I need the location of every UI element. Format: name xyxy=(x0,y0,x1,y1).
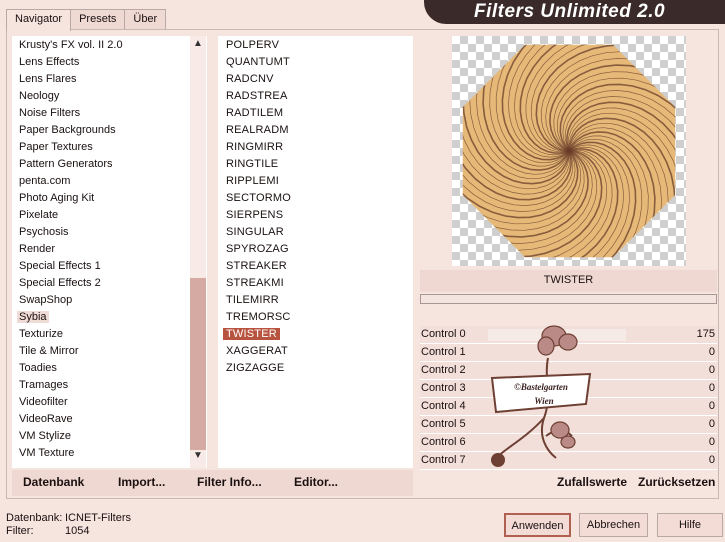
filter-item[interactable]: SPYROZAG xyxy=(223,243,292,255)
help-button[interactable]: Hilfe xyxy=(657,513,723,537)
cancel-button[interactable]: Abbrechen xyxy=(579,513,648,537)
apply-button[interactable]: Anwenden xyxy=(504,513,571,537)
scrollbar-thumb[interactable] xyxy=(190,278,206,450)
filter-item[interactable]: TREMORSC xyxy=(223,311,294,323)
filter-count-label: Filter: xyxy=(6,525,34,537)
filter-item[interactable]: TWISTER xyxy=(223,328,280,340)
control-label: Control 2 xyxy=(421,364,466,376)
category-item[interactable]: Tile & Mirror xyxy=(17,345,80,357)
reset-button[interactable]: Zurücksetzen xyxy=(638,475,715,489)
category-item[interactable]: Lens Effects xyxy=(17,56,81,68)
control-value: 0 xyxy=(708,454,715,466)
category-item[interactable]: penta.com xyxy=(17,175,72,187)
tab-presets[interactable]: Presets xyxy=(70,9,126,30)
selected-filter-name: TWISTER xyxy=(420,270,717,292)
category-item[interactable]: Psychosis xyxy=(17,226,71,238)
control-label: Control 1 xyxy=(421,346,466,358)
tab-bar: Navigator Presets Über xyxy=(6,9,167,31)
filter-item[interactable]: RADSTREA xyxy=(223,90,291,102)
tab-navigator[interactable]: Navigator xyxy=(6,9,72,31)
category-item[interactable]: Toadies xyxy=(17,362,59,374)
filter-item[interactable]: RIPPLEMI xyxy=(223,175,282,187)
category-item[interactable]: Neology xyxy=(17,90,61,102)
category-item[interactable]: Krusty's FX vol. II 2.0 xyxy=(17,39,125,51)
category-item[interactable]: VM Texture xyxy=(17,447,76,459)
filter-item[interactable]: SECTORMO xyxy=(223,192,294,204)
category-item[interactable]: Special Effects 1 xyxy=(17,260,103,272)
list-actions-bar: Datenbank Import... Filter Info... Edito… xyxy=(12,470,413,496)
control-label: Control 4 xyxy=(421,400,466,412)
filter-item[interactable]: RINGTILE xyxy=(223,158,281,170)
category-item[interactable]: SwapShop xyxy=(17,294,74,306)
filter-item[interactable]: SIERPENS xyxy=(223,209,286,221)
filter-list[interactable]: POLPERV QUANTUMT RADCNV RADSTREA RADTILEM REA… xyxy=(218,36,413,468)
category-item[interactable]: Texturize xyxy=(17,328,65,340)
category-item[interactable]: Pattern Generators xyxy=(17,158,115,170)
category-item[interactable]: Render xyxy=(17,243,57,255)
control-label: Control 5 xyxy=(421,418,466,430)
progress-bar xyxy=(420,294,717,304)
filter-item[interactable]: XAGGERAT xyxy=(223,345,291,357)
category-list[interactable]: Krusty's FX vol. II 2.0 Lens Effects Lens … xyxy=(12,36,207,468)
filter-item[interactable]: STREAKMI xyxy=(223,277,287,289)
control-label: Control 0 xyxy=(421,328,466,340)
control-label: Control 3 xyxy=(421,382,466,394)
control-actions-bar: Zufallswerte Zurücksetzen xyxy=(420,470,717,496)
app-title: Filters Unlimited 2.0 xyxy=(474,1,666,22)
category-item[interactable]: VideoRave xyxy=(17,413,75,425)
control-label: Control 7 xyxy=(421,454,466,466)
filter-item[interactable]: RINGMIRR xyxy=(223,141,286,153)
preview-image xyxy=(462,44,676,258)
filter-item[interactable]: SINGULAR xyxy=(223,226,287,238)
database-label: Datenbank: xyxy=(6,512,63,524)
category-item[interactable]: Noise Filters xyxy=(17,107,82,119)
category-item[interactable]: Lens Flares xyxy=(17,73,78,85)
category-item[interactable]: Sybia xyxy=(17,311,49,323)
category-item[interactable]: Paper Textures xyxy=(17,141,95,153)
filter-item[interactable]: QUANTUMT xyxy=(223,56,293,68)
control-label: Control 6 xyxy=(421,436,466,448)
filter-item[interactable]: RADCNV xyxy=(223,73,277,85)
filter-item[interactable]: ZIGZAGGE xyxy=(223,362,287,374)
category-item[interactable]: VM Stylize xyxy=(17,430,73,442)
category-item[interactable]: Pixelate xyxy=(17,209,60,221)
tab-uber[interactable]: Über xyxy=(124,9,167,30)
datenbank-button[interactable]: Datenbank xyxy=(23,475,84,489)
watermark-logo: ©Bastelgarten Wien xyxy=(490,325,592,467)
control-value: 0 xyxy=(708,418,715,430)
watermark-line1: ©Bastelgarten xyxy=(514,382,568,392)
control-value: 175 xyxy=(696,328,715,340)
filter-item[interactable]: REALRADM xyxy=(223,124,292,136)
filter-item[interactable]: RADTILEM xyxy=(223,107,286,119)
control-value: 0 xyxy=(708,346,715,358)
database-value: ICNET-Filters xyxy=(65,512,131,524)
control-value: 0 xyxy=(708,382,715,394)
filter-info-button[interactable]: Filter Info... xyxy=(197,475,262,489)
control-value: 0 xyxy=(708,364,715,376)
watermark-line2: Wien xyxy=(534,396,553,406)
category-item[interactable]: Tramages xyxy=(17,379,70,391)
category-item[interactable]: Paper Backgrounds xyxy=(17,124,118,136)
category-item[interactable]: Special Effects 2 xyxy=(17,277,103,289)
control-value: 0 xyxy=(708,436,715,448)
category-item[interactable]: Photo Aging Kit xyxy=(17,192,96,204)
randomize-button[interactable]: Zufallswerte xyxy=(557,475,627,489)
import-button[interactable]: Import... xyxy=(118,475,165,489)
filter-item[interactable]: POLPERV xyxy=(223,39,282,51)
editor-button[interactable]: Editor... xyxy=(294,475,338,489)
filter-item[interactable]: TILEMIRR xyxy=(223,294,282,306)
control-value: 0 xyxy=(708,400,715,412)
filter-item[interactable]: STREAKER xyxy=(223,260,290,272)
category-item[interactable]: Videofilter xyxy=(17,396,70,408)
scroll-up-icon[interactable]: ▲ xyxy=(190,38,206,54)
filter-count-value: 1054 xyxy=(65,525,90,537)
scroll-down-icon[interactable]: ▼ xyxy=(190,450,206,466)
